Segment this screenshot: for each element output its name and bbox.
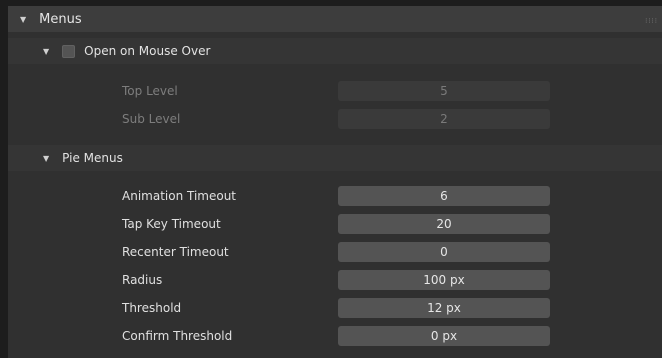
open-on-mouse-over-header[interactable]: ▼ Open on Mouse Over — [8, 38, 662, 64]
animation-timeout-label: Animation Timeout — [122, 189, 237, 203]
confirm-threshold-field[interactable]: 0 px — [338, 326, 550, 346]
sub-level-label: Sub Level — [122, 112, 181, 126]
disclosure-triangle-down-icon[interactable]: ▼ — [43, 47, 49, 56]
confirm-threshold-row: Confirm Threshold 0 px — [8, 325, 662, 347]
pie-menus-header[interactable]: ▼ Pie Menus — [8, 145, 662, 171]
radius-field[interactable]: 100 px — [338, 270, 550, 290]
menus-section-title: Menus — [39, 11, 82, 27]
threshold-field[interactable]: 12 px — [338, 298, 550, 318]
top-level-label: Top Level — [122, 84, 178, 98]
drag-grip-icon[interactable]: ⁞⁞⁞⁞ — [645, 17, 658, 25]
tap-key-timeout-field[interactable]: 20 — [338, 214, 550, 234]
top-level-row: Top Level 5 — [8, 80, 662, 102]
menus-panel: ▼ Menus ⁞⁞⁞⁞ ▼ Open on Mouse Over Top Le… — [8, 6, 662, 358]
sub-level-row: Sub Level 2 — [8, 108, 662, 130]
sub-level-field[interactable]: 2 — [338, 109, 550, 129]
open-on-mouse-over-label: Open on Mouse Over — [84, 44, 211, 58]
animation-timeout-row: Animation Timeout 6 — [8, 185, 662, 207]
radius-label: Radius — [122, 273, 163, 287]
threshold-label: Threshold — [122, 301, 182, 315]
recenter-timeout-field[interactable]: 0 — [338, 242, 550, 262]
recenter-timeout-label: Recenter Timeout — [122, 245, 229, 259]
radius-row: Radius 100 px — [8, 269, 662, 291]
open-on-mouse-over-checkbox[interactable] — [62, 44, 76, 58]
animation-timeout-field[interactable]: 6 — [338, 186, 550, 206]
menus-section-header[interactable]: ▼ Menus ⁞⁞⁞⁞ — [8, 6, 662, 32]
tap-key-timeout-row: Tap Key Timeout 20 — [8, 213, 662, 235]
disclosure-triangle-down-icon[interactable]: ▼ — [20, 15, 26, 24]
threshold-row: Threshold 12 px — [8, 297, 662, 319]
disclosure-triangle-down-icon[interactable]: ▼ — [43, 154, 49, 163]
tap-key-timeout-label: Tap Key Timeout — [122, 217, 221, 231]
recenter-timeout-row: Recenter Timeout 0 — [8, 241, 662, 263]
top-level-field[interactable]: 5 — [338, 81, 550, 101]
confirm-threshold-label: Confirm Threshold — [122, 329, 233, 343]
pie-menus-title: Pie Menus — [62, 151, 123, 165]
